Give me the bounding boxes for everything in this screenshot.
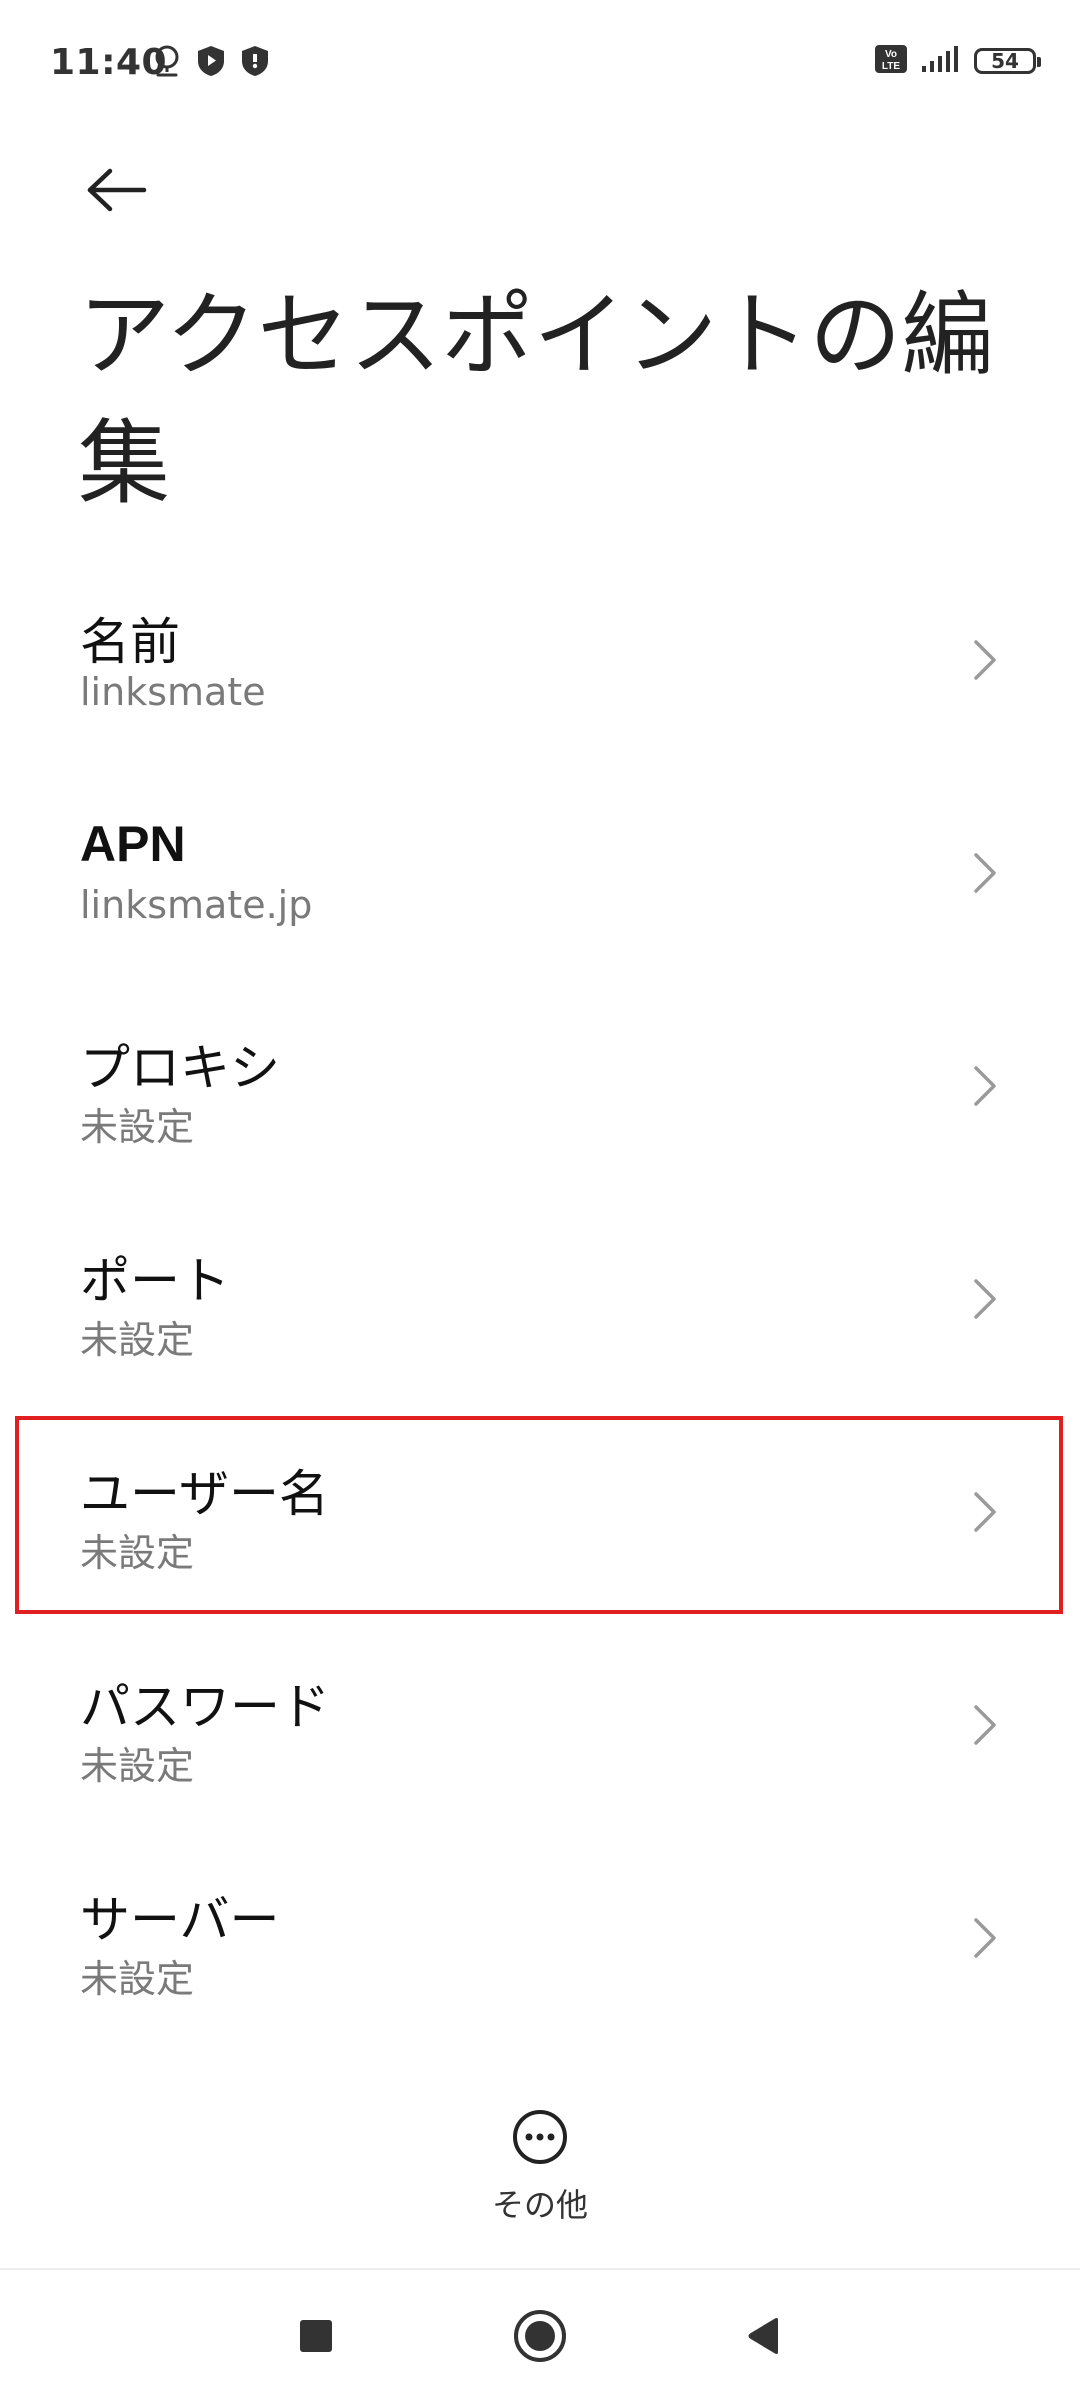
security-shield-icon <box>240 44 270 82</box>
recents-button[interactable] <box>278 2300 354 2376</box>
location-icon <box>152 44 182 82</box>
item-title: APN <box>80 816 186 872</box>
status-icons-right: Vo LTE 54 <box>874 44 1041 78</box>
list-item-port[interactable]: ポート 未設定 <box>0 1219 1080 1432</box>
battery-icon: 54 <box>974 48 1041 74</box>
settings-list: 名前 linksmate APN linksmate.jp プロキシ 未設定 ポ… <box>0 580 1080 2071</box>
nav-back-button[interactable] <box>726 2300 802 2376</box>
svg-text:Vo: Vo <box>885 49 897 60</box>
chevron-right-icon <box>974 853 996 893</box>
list-item-proxy[interactable]: プロキシ 未設定 <box>0 1006 1080 1219</box>
square-icon <box>296 2316 336 2360</box>
item-title: プロキシ <box>80 1039 280 1097</box>
triangle-back-icon <box>742 2314 786 2362</box>
svg-text:LTE: LTE <box>882 61 900 72</box>
item-value: 未設定 <box>80 1105 195 1149</box>
arrow-left-icon <box>84 166 148 218</box>
list-item-username[interactable]: ユーザー名 未設定 <box>0 1432 1080 1645</box>
item-title: パスワード <box>80 1678 330 1736</box>
status-icons-left <box>152 44 270 82</box>
more-horizontal-icon <box>511 2108 569 2170</box>
item-title: ポート <box>80 1252 230 1310</box>
more-label: その他 <box>491 2186 588 2224</box>
item-title: サーバー <box>80 1891 280 1949</box>
chevron-right-icon <box>974 1492 996 1532</box>
list-item-apn[interactable]: APN linksmate.jp <box>0 793 1080 1006</box>
chevron-right-icon <box>974 1918 996 1958</box>
play-shield-icon <box>196 44 226 82</box>
navigation-bar <box>0 2270 1080 2400</box>
item-title: 名前 <box>80 613 180 671</box>
chevron-right-icon <box>974 1066 996 1106</box>
list-item-password[interactable]: パスワード 未設定 <box>0 1645 1080 1858</box>
page-title: アクセスポイントの編集 <box>78 282 994 517</box>
circle-icon <box>512 2308 568 2368</box>
item-value: 未設定 <box>80 1531 195 1575</box>
chevron-right-icon <box>974 1279 996 1319</box>
signal-icon <box>920 44 962 78</box>
back-button[interactable] <box>74 150 158 234</box>
more-button[interactable]: その他 <box>450 2108 630 2238</box>
item-value: 未設定 <box>80 1957 195 2001</box>
status-bar: 11:40 Vo LTE 54 <box>0 0 1080 130</box>
battery-level: 54 <box>991 49 1019 73</box>
item-value: linksmate <box>80 670 266 714</box>
chevron-right-icon <box>974 640 996 680</box>
list-item-name[interactable]: 名前 linksmate <box>0 580 1080 793</box>
status-time: 11:40 <box>50 42 168 83</box>
volte-icon: Vo LTE <box>874 44 908 78</box>
list-item-server[interactable]: サーバー 未設定 <box>0 1858 1080 2071</box>
home-button[interactable] <box>502 2300 578 2376</box>
chevron-right-icon <box>974 1705 996 1745</box>
item-value: linksmate.jp <box>80 883 313 927</box>
item-value: 未設定 <box>80 1318 195 1362</box>
item-title: ユーザー名 <box>80 1465 329 1523</box>
item-value: 未設定 <box>80 1744 195 1788</box>
